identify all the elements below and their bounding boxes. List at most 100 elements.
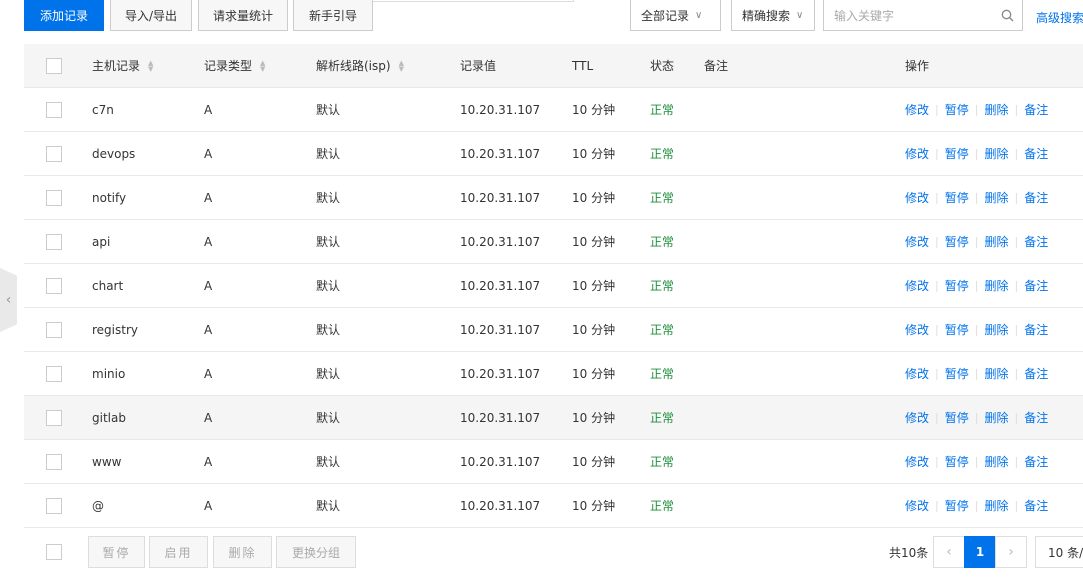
header-line[interactable]: 解析线路(isp) ▲ ▼	[316, 44, 404, 87]
row-checkbox[interactable]	[46, 278, 62, 294]
change-group-button[interactable]: 更换分组	[276, 536, 356, 568]
cell-host: registry	[92, 322, 138, 337]
cell-status: 正常	[650, 455, 675, 469]
add-record-button[interactable]: 添加记录	[24, 0, 104, 31]
delete-link[interactable]: 删除	[984, 497, 1008, 514]
pause-link[interactable]: 暂停	[945, 101, 969, 118]
edit-link[interactable]: 修改	[905, 409, 929, 426]
table-row: chart A 默认 10.20.31.107 10 分钟 正常 修改 | 暂停 | 删除 | 备注	[24, 264, 1083, 308]
edit-link[interactable]: 修改	[905, 453, 929, 470]
note-link[interactable]: 备注	[1024, 365, 1048, 382]
page-1-button[interactable]: 1	[964, 536, 996, 568]
side-panel-toggle[interactable]: ‹	[0, 268, 17, 332]
pause-link[interactable]: 暂停	[945, 321, 969, 338]
records-table: 主机记录 ▲ ▼ 记录类型 ▲ ▼ 解析线路(isp) ▲ ▼ 记录值 TTL 状态 …	[24, 44, 1083, 528]
row-actions: 修改 | 暂停 | 删除 | 备注	[905, 484, 1048, 527]
select-all-checkbox[interactable]	[46, 58, 62, 74]
delete-link[interactable]: 删除	[984, 409, 1008, 426]
edit-link[interactable]: 修改	[905, 365, 929, 382]
cell-host: www	[92, 454, 122, 469]
note-link[interactable]: 备注	[1024, 409, 1048, 426]
batch-delete-button[interactable]: 删除	[213, 536, 272, 568]
pause-link[interactable]: 暂停	[945, 453, 969, 470]
page-size-select[interactable]: 10 条/页	[1035, 536, 1083, 568]
delete-link[interactable]: 删除	[984, 233, 1008, 250]
delete-link[interactable]: 删除	[984, 189, 1008, 206]
edit-link[interactable]: 修改	[905, 497, 929, 514]
cell-host: devops	[92, 146, 136, 161]
row-checkbox[interactable]	[46, 454, 62, 470]
delete-link[interactable]: 删除	[984, 101, 1008, 118]
note-link[interactable]: 备注	[1024, 233, 1048, 250]
pause-link[interactable]: 暂停	[945, 233, 969, 250]
edit-link[interactable]: 修改	[905, 321, 929, 338]
cell-line: 默认	[316, 147, 341, 161]
search-mode-select[interactable]: 精确搜索 ∨	[731, 0, 815, 31]
pause-link[interactable]: 暂停	[945, 409, 969, 426]
note-link[interactable]: 备注	[1024, 277, 1048, 294]
note-link[interactable]: 备注	[1024, 453, 1048, 470]
batch-enable-button[interactable]: 启用	[149, 536, 208, 568]
record-filter-select[interactable]: 全部记录 ∨	[630, 0, 721, 31]
batch-pause-button[interactable]: 暂停	[88, 536, 145, 568]
note-link[interactable]: 备注	[1024, 101, 1048, 118]
header-type-label: 记录类型	[204, 59, 253, 73]
next-page-button[interactable]: ›	[995, 536, 1027, 568]
sort-icon[interactable]: ▲ ▼	[399, 59, 404, 72]
header-actions: 操作	[905, 59, 930, 73]
delete-link[interactable]: 删除	[984, 453, 1008, 470]
action-separator: |	[935, 191, 939, 204]
cell-ttl: 10 分钟	[572, 191, 616, 205]
sort-icon[interactable]: ▲ ▼	[148, 59, 153, 72]
table-row: minio A 默认 10.20.31.107 10 分钟 正常 修改 | 暂停 | 删除 | 备注	[24, 352, 1083, 396]
edit-link[interactable]: 修改	[905, 145, 929, 162]
note-link[interactable]: 备注	[1024, 321, 1048, 338]
footer-select-all-checkbox[interactable]	[46, 544, 62, 560]
cell-host: @	[92, 498, 104, 513]
table-row: www A 默认 10.20.31.107 10 分钟 正常 修改 | 暂停 | 删除 | 备注	[24, 440, 1083, 484]
table-row: @ A 默认 10.20.31.107 10 分钟 正常 修改 | 暂停 | 删除 | 备注	[24, 484, 1083, 528]
note-link[interactable]: 备注	[1024, 145, 1048, 162]
pause-link[interactable]: 暂停	[945, 277, 969, 294]
note-link[interactable]: 备注	[1024, 497, 1048, 514]
guide-button[interactable]: 新手引导	[293, 0, 373, 31]
cell-type: A	[204, 454, 213, 469]
edit-link[interactable]: 修改	[905, 189, 929, 206]
edit-link[interactable]: 修改	[905, 277, 929, 294]
sort-icon[interactable]: ▲ ▼	[260, 59, 265, 72]
row-checkbox[interactable]	[46, 322, 62, 338]
row-checkbox[interactable]	[46, 410, 62, 426]
search-icon[interactable]	[1000, 9, 1014, 23]
pause-link[interactable]: 暂停	[945, 145, 969, 162]
edit-link[interactable]: 修改	[905, 233, 929, 250]
row-checkbox[interactable]	[46, 366, 62, 382]
delete-link[interactable]: 删除	[984, 365, 1008, 382]
cell-status: 正常	[650, 191, 675, 205]
cell-ttl: 10 分钟	[572, 367, 616, 381]
edit-link[interactable]: 修改	[905, 101, 929, 118]
pause-link[interactable]: 暂停	[945, 497, 969, 514]
pause-link[interactable]: 暂停	[945, 189, 969, 206]
delete-link[interactable]: 删除	[984, 145, 1008, 162]
pause-link[interactable]: 暂停	[945, 365, 969, 382]
import-export-button[interactable]: 导入/导出	[110, 0, 192, 31]
action-separator: |	[1014, 147, 1019, 160]
row-checkbox[interactable]	[46, 234, 62, 250]
row-checkbox[interactable]	[46, 102, 62, 118]
prev-page-button[interactable]: ‹	[933, 536, 965, 568]
record-filter-label: 全部记录	[641, 9, 690, 23]
header-host[interactable]: 主机记录 ▲ ▼	[92, 44, 153, 87]
row-checkbox[interactable]	[46, 498, 62, 514]
cell-status: 正常	[650, 147, 675, 161]
cell-type: A	[204, 102, 213, 117]
search-input[interactable]	[834, 8, 1000, 23]
delete-link[interactable]: 删除	[984, 277, 1008, 294]
request-stats-button[interactable]: 请求量统计	[198, 0, 288, 31]
cell-value: 10.20.31.107	[460, 454, 541, 469]
delete-link[interactable]: 删除	[984, 321, 1008, 338]
row-checkbox[interactable]	[46, 190, 62, 206]
row-checkbox[interactable]	[46, 146, 62, 162]
header-type[interactable]: 记录类型 ▲ ▼	[204, 44, 265, 87]
advanced-search-link[interactable]: 高级搜索	[1036, 9, 1083, 26]
note-link[interactable]: 备注	[1024, 189, 1048, 206]
